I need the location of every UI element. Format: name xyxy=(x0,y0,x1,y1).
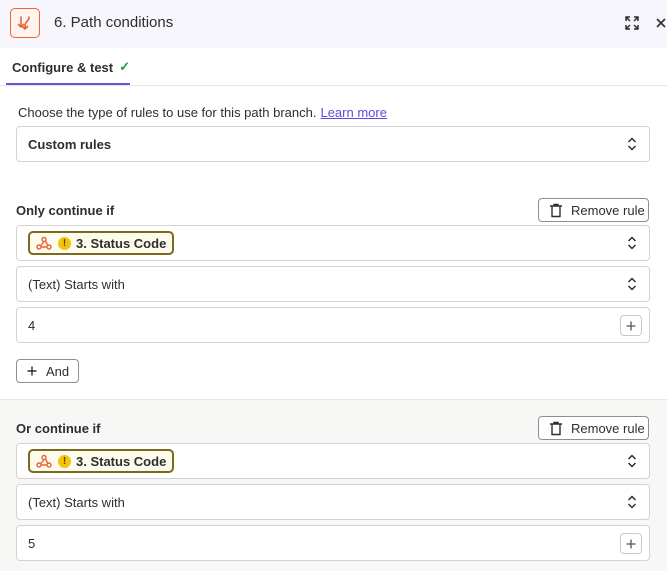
value-input[interactable]: 4 xyxy=(16,307,650,343)
value-input[interactable]: 5 xyxy=(16,525,650,561)
rule-1-label: Only continue if xyxy=(16,203,115,218)
warning-icon: ! xyxy=(58,236,71,250)
tab-label: Configure & test xyxy=(12,59,114,75)
tab-bar: Configure & test ✓ xyxy=(0,48,667,86)
chevron-updown-icon xyxy=(627,277,637,291)
operator-select[interactable]: (Text) Starts with xyxy=(16,484,650,520)
webhook-icon xyxy=(36,236,52,250)
operator-value: (Text) Starts with xyxy=(28,494,125,510)
step-title: 6. Path conditions xyxy=(54,14,174,31)
insert-data-button[interactable] xyxy=(620,533,642,554)
insert-data-button[interactable] xyxy=(620,315,642,336)
chevron-updown-icon xyxy=(627,495,637,509)
panel-header: 6. Path conditions xyxy=(0,0,667,48)
learn-more-link[interactable]: Learn more xyxy=(320,105,386,120)
close-icon[interactable] xyxy=(651,13,667,33)
warning-icon: ! xyxy=(58,454,71,468)
trash-icon xyxy=(550,421,562,435)
rule-2-label: Or continue if xyxy=(16,421,101,436)
field-pill-label: 3. Status Code xyxy=(76,453,167,469)
field-select[interactable]: ! 3. Status Code xyxy=(16,443,650,479)
chevron-updown-icon xyxy=(627,454,637,468)
remove-rule-button[interactable]: Remove rule xyxy=(538,198,649,222)
chevron-updown-icon xyxy=(627,236,637,250)
paths-app-icon xyxy=(10,8,40,38)
field-pill[interactable]: ! 3. Status Code xyxy=(28,231,175,255)
value-text: 4 xyxy=(28,317,36,333)
rule-type-select[interactable]: Custom rules xyxy=(16,126,650,162)
add-and-condition-button[interactable]: And xyxy=(16,359,79,383)
operator-value: (Text) Starts with xyxy=(28,276,125,292)
paths-glyph-icon xyxy=(17,16,30,30)
tab-configure-test[interactable]: Configure & test ✓ xyxy=(4,48,138,86)
remove-rule-button[interactable]: Remove rule xyxy=(538,416,649,440)
rule-type-value: Custom rules xyxy=(28,136,112,152)
operator-select[interactable]: (Text) Starts with xyxy=(16,266,650,302)
remove-rule-label: Remove rule xyxy=(571,420,645,436)
rule-type-description: Choose the type of rules to use for this… xyxy=(18,105,387,120)
trash-icon xyxy=(550,203,562,217)
plus-icon xyxy=(27,366,37,376)
chevron-updown-icon xyxy=(627,137,637,151)
webhook-icon xyxy=(36,454,52,468)
plus-icon xyxy=(626,321,636,330)
check-icon: ✓ xyxy=(119,59,131,74)
remove-rule-label: Remove rule xyxy=(571,202,645,218)
field-pill-label: 3. Status Code xyxy=(76,235,167,251)
field-select[interactable]: ! 3. Status Code xyxy=(16,225,650,261)
description-text: Choose the type of rules to use for this… xyxy=(18,105,317,120)
field-pill[interactable]: ! 3. Status Code xyxy=(28,449,175,473)
expand-icon[interactable] xyxy=(622,13,642,33)
and-label: And xyxy=(46,363,70,379)
plus-icon xyxy=(626,539,636,548)
active-tab-indicator xyxy=(6,83,130,85)
value-text: 5 xyxy=(28,535,36,551)
